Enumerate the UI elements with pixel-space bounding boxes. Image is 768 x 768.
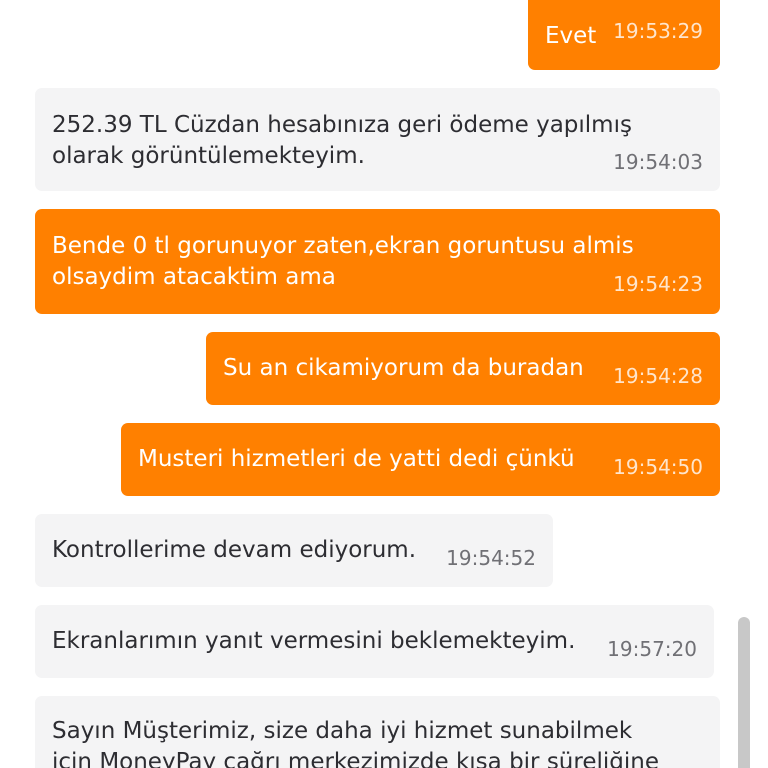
chat-message-user: Su an cikamiyorum da buradan 19:54:28 (206, 332, 720, 405)
message-timestamp: 19:54:23 (613, 272, 703, 296)
message-timestamp: 19:54:50 (613, 455, 703, 479)
chat-message-agent: Kontrollerime devam ediyorum. 19:54:52 (35, 514, 553, 587)
message-text: Ekranlarımın yanıt vermesini beklemektey… (52, 628, 576, 654)
message-text: Kontrollerime devam ediyorum. (52, 537, 417, 563)
message-timestamp: 19:54:52 (446, 546, 536, 570)
message-timestamp: 19:57:20 (607, 637, 697, 661)
chat-message-agent: 252.39 TL Cüzdan hesabınıza geri ödeme y… (35, 88, 720, 191)
scrollbar-thumb[interactable] (738, 617, 750, 768)
chat-message-user: Musteri hizmetleri de yatti dedi çünkü 1… (121, 423, 720, 496)
message-text: Sayın Müşterimiz, size daha iyi hizmet s… (52, 718, 659, 768)
message-text: 252.39 TL Cüzdan hesabınıza geri ödeme y… (52, 112, 632, 169)
message-text: Evet (545, 23, 597, 49)
message-timestamp: 19:53:29 (613, 19, 703, 43)
chat-transcript[interactable]: Evet 19:53:29 252.39 TL Cüzdan hesabınız… (0, 0, 768, 768)
message-text: Musteri hizmetleri de yatti dedi çünkü (138, 446, 575, 472)
chat-message-user: Evet 19:53:29 (528, 0, 720, 70)
chat-message-agent: Sayın Müşterimiz, size daha iyi hizmet s… (35, 696, 720, 768)
message-timestamp: 19:54:28 (613, 364, 703, 388)
message-text: Su an cikamiyorum da buradan (223, 355, 584, 381)
chat-message-user: Bende 0 tl gorunuyor zaten,ekran goruntu… (35, 209, 720, 314)
message-text: Bende 0 tl gorunuyor zaten,ekran goruntu… (52, 233, 634, 290)
message-timestamp: 19:54:03 (613, 150, 703, 174)
chat-message-agent: Ekranlarımın yanıt vermesini beklemektey… (35, 605, 714, 678)
